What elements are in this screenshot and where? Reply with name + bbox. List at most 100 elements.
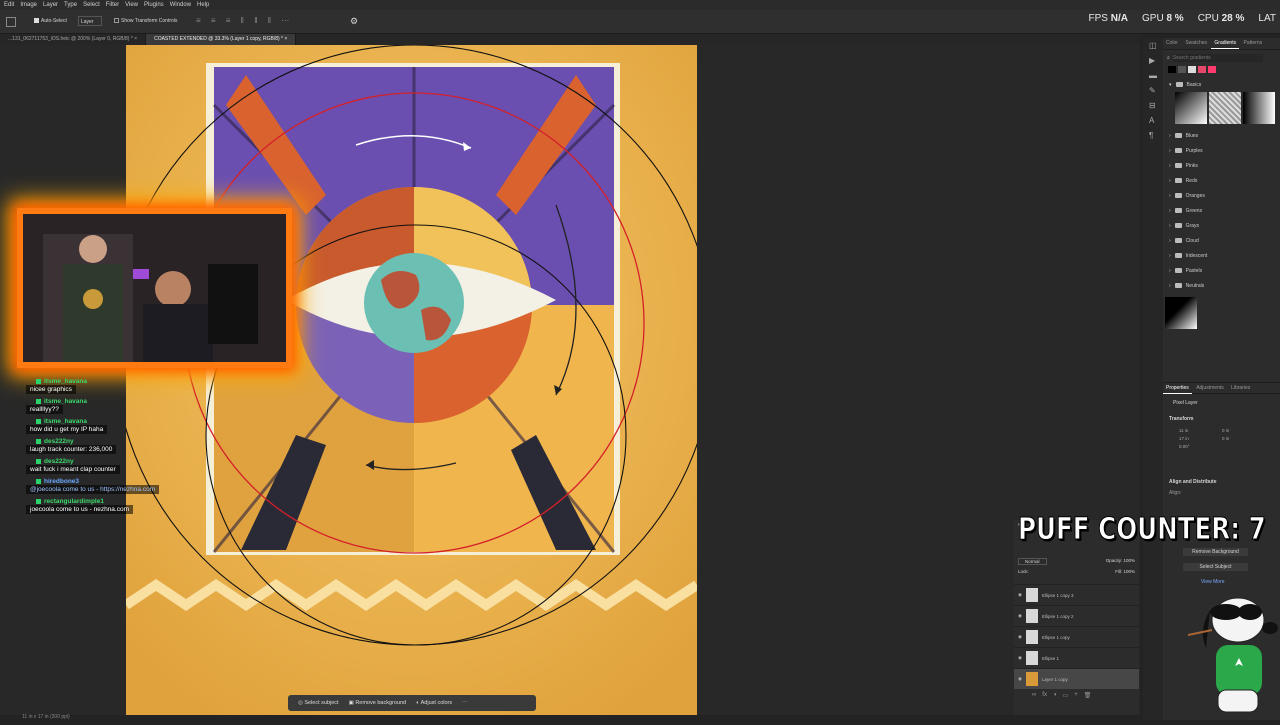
layer-row-selected[interactable]: ◉ Layer 1 copy — [1014, 668, 1139, 689]
folder-pinks[interactable]: › Pinks — [1163, 158, 1280, 173]
trash-icon[interactable]: 🗑 — [1084, 692, 1092, 699]
menu-edit[interactable]: Edit — [4, 2, 14, 8]
gradient-swatch[interactable] — [1208, 66, 1216, 73]
folder-blues[interactable]: › Blues — [1163, 128, 1280, 143]
gradient-swatch[interactable] — [1165, 297, 1197, 329]
character-icon[interactable]: A — [1149, 113, 1163, 128]
menu-type[interactable]: Type — [64, 2, 77, 8]
gradient-swatch[interactable] — [1168, 66, 1176, 73]
tab-coasted-extended[interactable]: COASTED EXTENDED @ 33.3% (Layer 1 copy, … — [146, 34, 297, 45]
tab-patterns[interactable]: Patterns — [1241, 38, 1266, 48]
brush-icon[interactable]: ✎ — [1149, 83, 1163, 98]
align-icons[interactable]: ≡ ≡ ≡ ‖ ‖ ‖ ⋯ — [196, 16, 346, 26]
tab-swatches[interactable]: Swatches — [1182, 38, 1210, 48]
auto-select-checkbox[interactable] — [34, 18, 39, 23]
folder-icon[interactable]: ▭ — [1063, 692, 1069, 699]
close-icon[interactable]: × — [134, 36, 137, 42]
gradient-swatch[interactable] — [1188, 66, 1196, 73]
new-layer-icon[interactable]: + — [1074, 692, 1078, 699]
layer-row[interactable]: ◉ Ellipse 1 copy 2 — [1014, 605, 1139, 626]
opacity-value[interactable]: 100% — [1123, 558, 1135, 563]
link-icon[interactable]: ∞ — [1032, 692, 1036, 699]
menu-layer[interactable]: Layer — [43, 2, 58, 8]
eye-icon[interactable]: ◉ — [1018, 634, 1022, 640]
folder-reds[interactable]: › Reds — [1163, 173, 1280, 188]
folder-icon — [1174, 223, 1182, 228]
select-subject-quick-button[interactable]: Select Subject — [1183, 563, 1248, 571]
fill-label: Fill: — [1115, 569, 1123, 574]
folder-pastels[interactable]: › Pastels — [1163, 263, 1280, 278]
menu-view[interactable]: View — [125, 2, 138, 8]
folder-basics[interactable]: ▾ Basics — [1163, 77, 1280, 92]
layer-row[interactable]: ◉ Ellipse 1 copy — [1014, 626, 1139, 647]
eye-icon[interactable]: ◉ — [1018, 592, 1022, 598]
gear-icon[interactable]: ⚙ — [350, 16, 358, 27]
menu-filter[interactable]: Filter — [106, 2, 119, 8]
layer-row[interactable]: ◉ Ellipse 1 copy 3 — [1014, 584, 1139, 605]
layer-name: Ellipse 1 copy 3 — [1041, 592, 1074, 598]
gradient-swatch[interactable] — [1178, 66, 1186, 73]
folder-greens[interactable]: › Greens — [1163, 203, 1280, 218]
tab-adjustments[interactable]: Adjustments — [1193, 383, 1227, 393]
gradient-swatch[interactable] — [1198, 66, 1206, 73]
gradient-swatch[interactable] — [1209, 92, 1241, 124]
width-field[interactable]: 11 in — [1179, 428, 1219, 433]
show-transform-checkbox[interactable] — [114, 18, 119, 23]
gradient-search-input[interactable] — [1172, 54, 1263, 62]
menu-help[interactable]: Help — [197, 2, 209, 8]
tab-color[interactable]: Color — [1163, 38, 1181, 48]
tab-gradients[interactable]: Gradients — [1211, 38, 1240, 49]
menu-select[interactable]: Select — [83, 2, 100, 8]
gradient-swatch[interactable] — [1243, 92, 1275, 124]
eye-icon[interactable]: ◉ — [1018, 613, 1022, 619]
chat-username: itsme_havana — [44, 398, 87, 405]
chat-username: des222ny — [44, 458, 74, 465]
tab-libraries[interactable]: Libraries — [1228, 383, 1253, 393]
view-more-link[interactable]: View More — [1201, 579, 1225, 585]
play-icon[interactable]: ▶ — [1149, 53, 1163, 68]
eye-icon[interactable]: ◉ — [1018, 676, 1022, 682]
remove-background-button[interactable]: ▣ Remove background — [349, 700, 407, 706]
gpu-value: 8 % — [1166, 12, 1184, 24]
menu-window[interactable]: Window — [170, 2, 191, 8]
chat-badge-icon — [36, 419, 41, 424]
folder-purples[interactable]: › Purples — [1163, 143, 1280, 158]
adjust-icon[interactable]: ⊟ — [1149, 98, 1163, 113]
folder-iridescent[interactable]: › Iridescent — [1163, 248, 1280, 263]
close-icon[interactable]: × — [284, 36, 287, 42]
history-icon[interactable]: ◫ — [1149, 38, 1163, 53]
folder-icon — [1174, 238, 1182, 243]
tab-iphone-heic[interactable]: ...131_062711753_iOS.heic @ 200% (Layer … — [0, 34, 147, 45]
remove-background-quick-button[interactable]: Remove Background — [1183, 548, 1248, 556]
puff-counter-overlay: PUFF COUNTER: 7 — [1018, 512, 1267, 548]
adjust-colors-button[interactable]: ◐ Adjust colors — [416, 700, 452, 706]
paragraph-icon[interactable]: ¶ — [1149, 128, 1163, 143]
menu-image[interactable]: Image — [20, 2, 37, 8]
layer-dropdown[interactable]: Layer — [78, 16, 102, 26]
folder-grays[interactable]: › Grays — [1163, 218, 1280, 233]
folder-cloud[interactable]: › Cloud — [1163, 233, 1280, 248]
x-field[interactable]: 0 in — [1222, 428, 1262, 433]
mask-icon[interactable]: ◑ — [1053, 692, 1057, 699]
height-field[interactable]: 17 in — [1179, 436, 1219, 441]
select-subject-button[interactable]: ◎ Select subject — [298, 700, 339, 706]
layer-row[interactable]: ◉ Ellipse 1 — [1014, 647, 1139, 668]
more-options-icon[interactable]: ⋯ — [462, 700, 468, 706]
folder-neutrals[interactable]: › Neutrals — [1163, 278, 1280, 293]
gpu-label: GPU — [1142, 12, 1164, 24]
folder-oranges[interactable]: › Oranges — [1163, 188, 1280, 203]
y-field[interactable]: 0 in — [1222, 436, 1262, 441]
folder-icon — [1175, 82, 1183, 87]
chevron-right-icon: › — [1169, 147, 1171, 154]
fx-icon[interactable]: fx — [1042, 692, 1047, 699]
tab-properties[interactable]: Properties — [1163, 383, 1192, 394]
menu-plugins[interactable]: Plugins — [144, 2, 164, 8]
angle-field[interactable]: 0.00° — [1179, 444, 1219, 449]
eye-icon[interactable]: ◉ — [1018, 655, 1022, 661]
contextual-task-bar: ◎ Select subject ▣ Remove background ◐ A… — [288, 695, 536, 711]
move-tool-icon[interactable] — [6, 17, 16, 27]
gradient-swatch[interactable] — [1175, 92, 1207, 124]
comment-icon[interactable]: ▬ — [1149, 68, 1163, 83]
fill-value[interactable]: 100% — [1123, 569, 1135, 574]
blend-mode-select[interactable]: Normal — [1018, 558, 1047, 565]
